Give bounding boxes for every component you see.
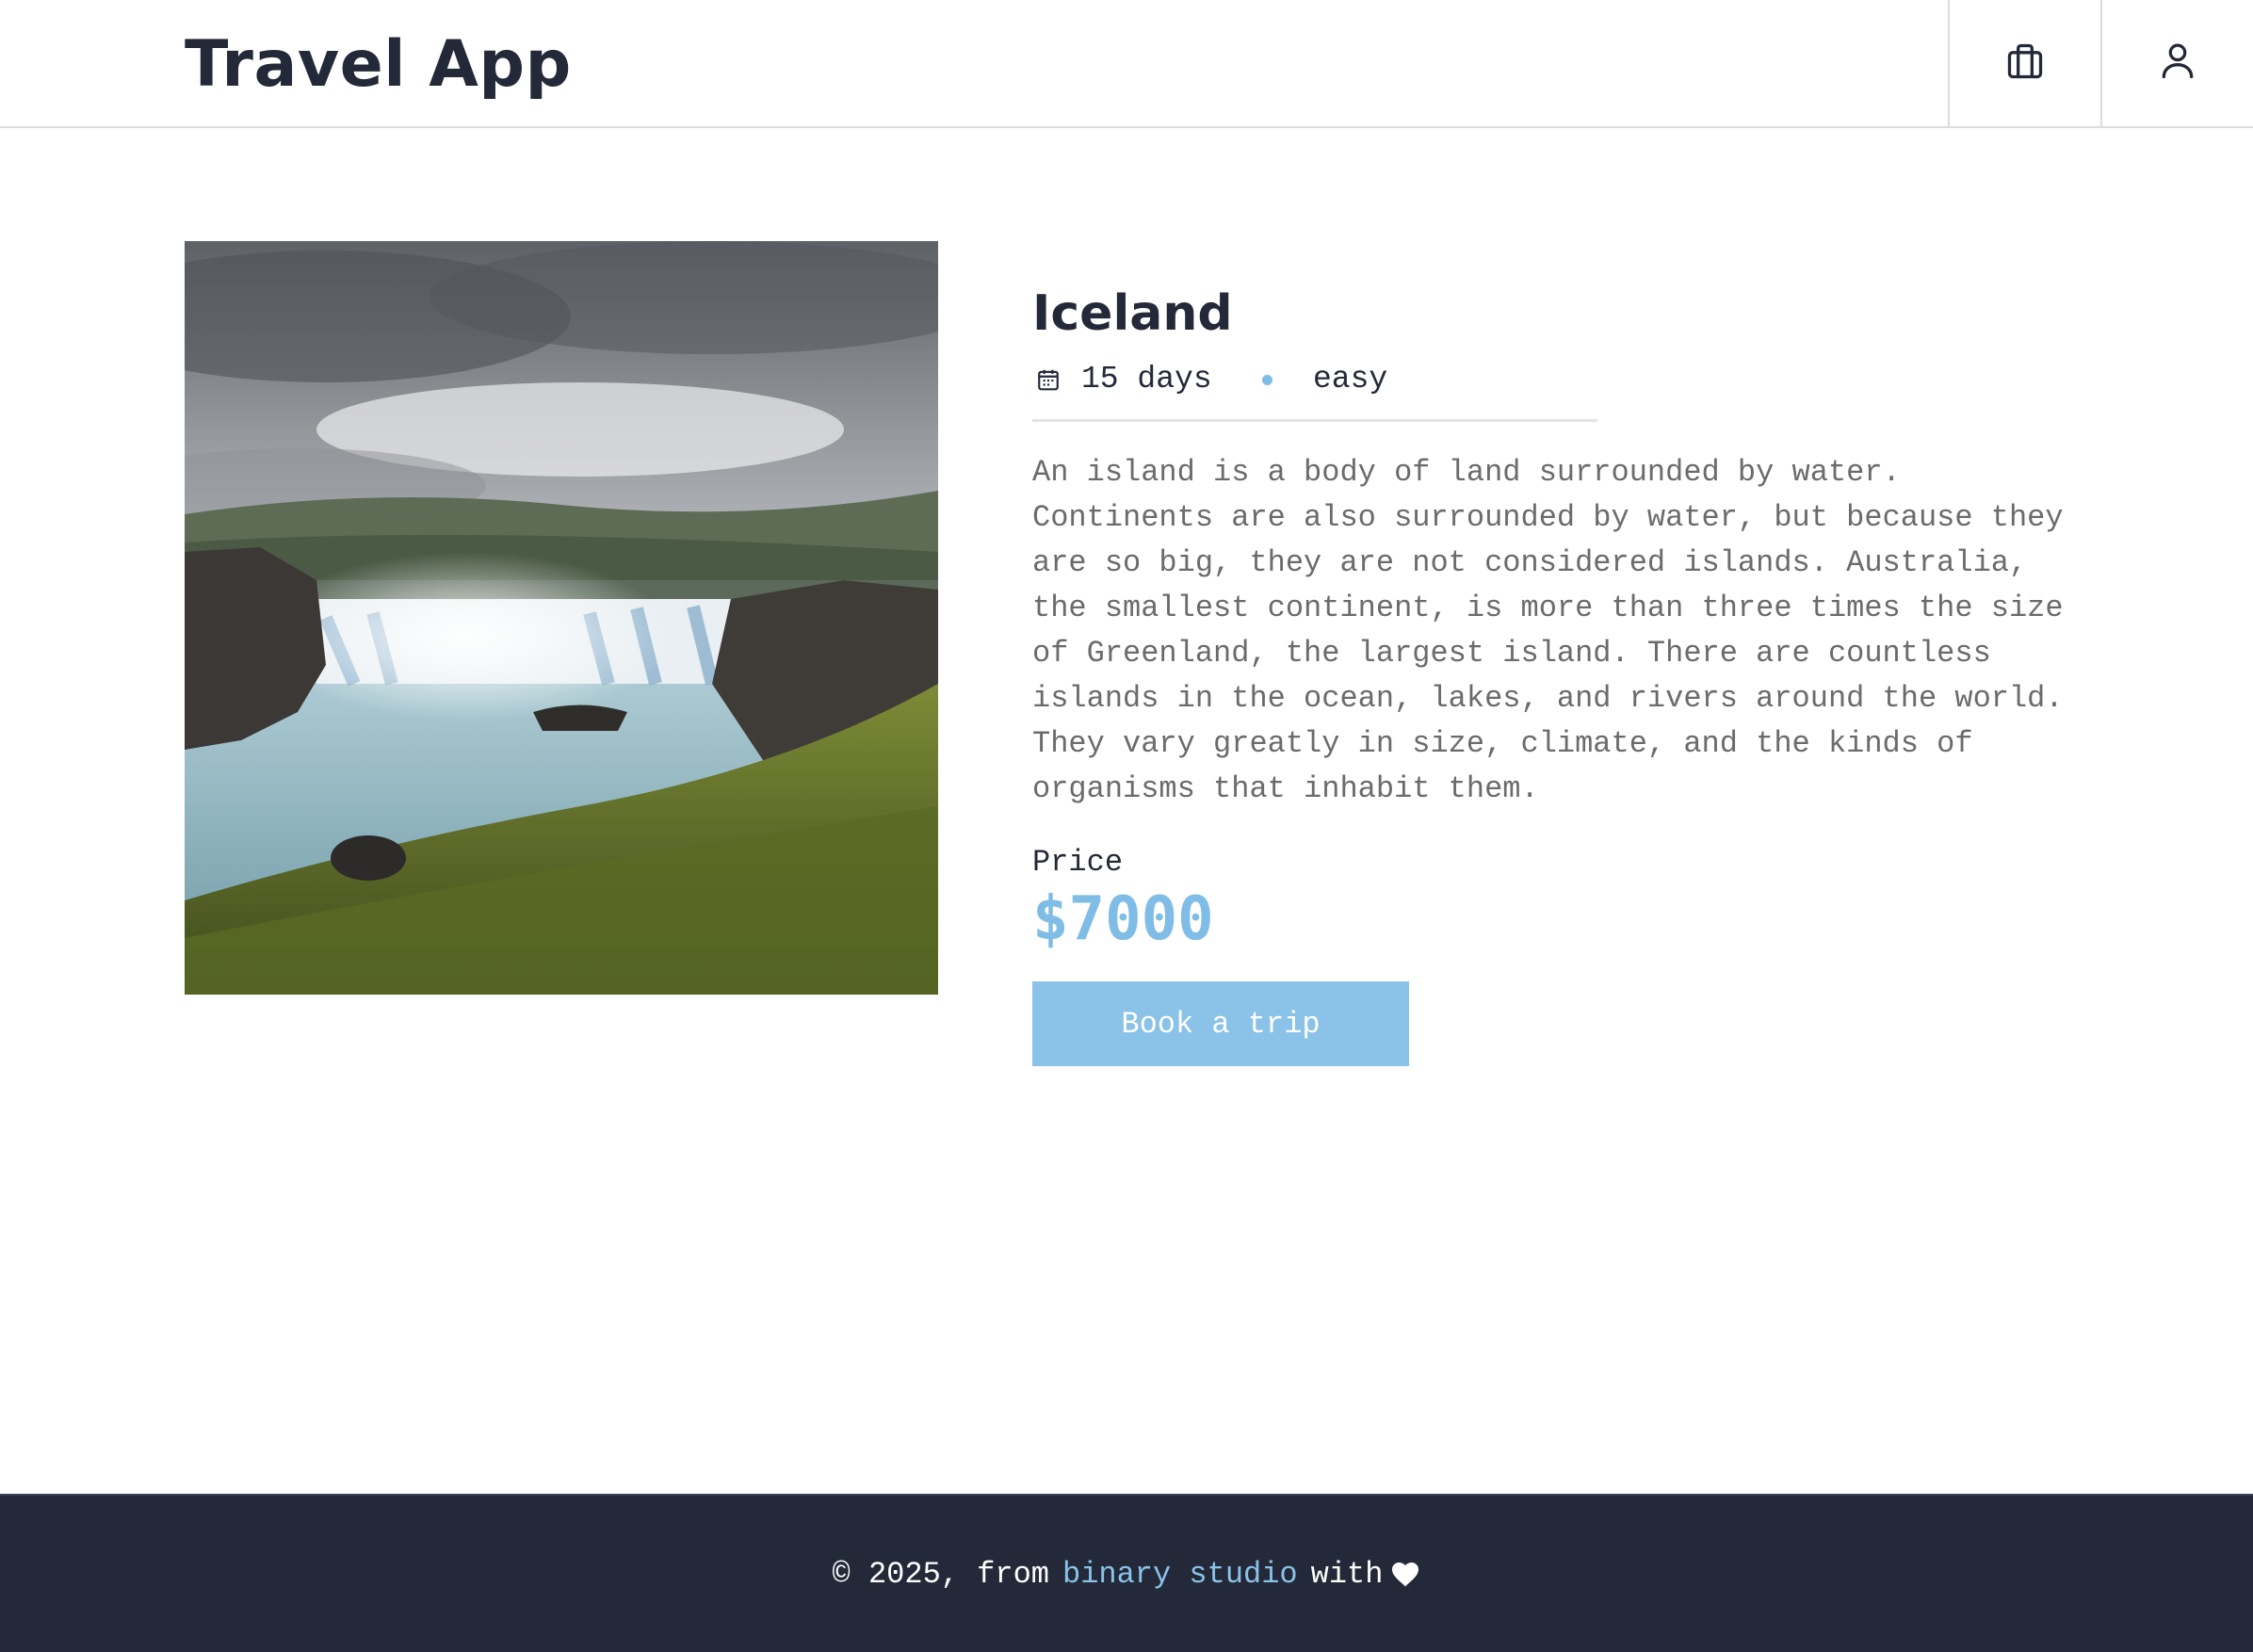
app-header: Travel App xyxy=(0,0,2253,128)
price-label: Price xyxy=(1032,845,1124,880)
book-trip-button[interactable]: Book a trip xyxy=(1032,981,1409,1066)
trip-description: An island is a body of land surrounded b… xyxy=(1032,455,2064,806)
app-title[interactable]: Travel App xyxy=(185,23,572,107)
footer-copyright: © 2025, from xyxy=(832,1556,1049,1592)
bookings-nav-button[interactable] xyxy=(1948,0,2100,126)
binary-studio-link[interactable]: binary studio xyxy=(1062,1557,1298,1592)
trip-title: Iceland xyxy=(1032,285,1233,342)
trip-meta: 15 days easy xyxy=(1032,360,1597,422)
footer: © 2025, from binary studio with xyxy=(0,1494,2253,1652)
profile-nav-button[interactable] xyxy=(2100,0,2253,126)
trip-info: Iceland 15 days easy An island is a body… xyxy=(1032,283,2068,1066)
user-icon xyxy=(2157,40,2198,87)
separator-dot xyxy=(1262,375,1272,385)
heart-icon xyxy=(1390,1560,1420,1588)
trip-photo xyxy=(185,241,938,995)
briefcase-icon xyxy=(2004,40,2046,87)
calendar-icon xyxy=(1036,367,1061,397)
waterfall-landscape-photo xyxy=(185,241,938,995)
trip-level: easy xyxy=(1313,362,1388,397)
price-value: $7000 xyxy=(1032,884,1214,954)
trip-duration: 15 days xyxy=(1081,362,1212,397)
footer-suffix: with xyxy=(1310,1556,1384,1592)
